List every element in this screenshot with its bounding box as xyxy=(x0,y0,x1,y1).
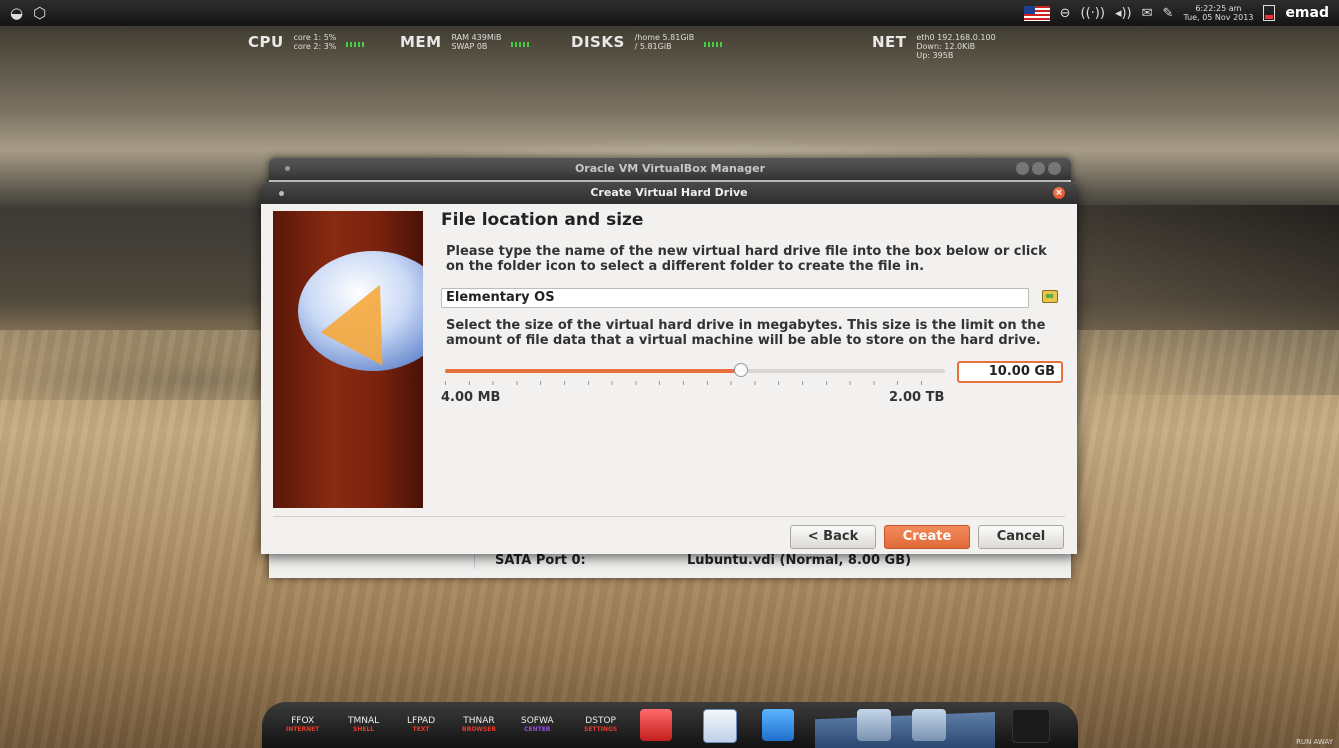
minimize-icon[interactable] xyxy=(1016,162,1029,175)
slider-fill xyxy=(445,369,740,373)
net-iface: eth0 192.168.0.100 xyxy=(916,33,996,42)
dock-item-label: FFOX xyxy=(291,716,315,726)
size-slider[interactable] xyxy=(445,369,945,373)
mem-label: MEM xyxy=(400,33,442,51)
dock-item-label: SOFWA xyxy=(521,716,554,726)
volume-icon[interactable]: ◂)) xyxy=(1115,6,1132,21)
disks-label: DISKS xyxy=(571,33,625,51)
dialog-titlebar[interactable]: Create Virtual Hard Drive × xyxy=(261,182,1077,204)
dock-item-label: LFPAD xyxy=(407,716,436,726)
wizard-content: File location and size Please type the n… xyxy=(441,208,1063,418)
disk-root: / 5.81GiB xyxy=(634,42,672,51)
dock-item-sofwa[interactable]: SOFWA CENTER xyxy=(521,716,554,733)
dialog-title: Create Virtual Hard Drive xyxy=(590,186,748,199)
cpu-core2: core 2: 3% xyxy=(293,42,337,51)
dock-item-sublabel: INTERNET xyxy=(286,726,320,733)
dock-item-label: TMNAL xyxy=(348,716,380,726)
size-slider-area: 4.00 MB 2.00 TB 10.00 GB xyxy=(441,358,1063,418)
mem-ram: RAM 439MiB xyxy=(451,33,502,42)
conky-disks: DISKS /home 5.81GiB / 5.81GiB xyxy=(571,33,728,51)
dock-item-sublabel: SETTINGS xyxy=(584,726,618,733)
conky-cpu: CPU core 1: 5% core 2: 3% xyxy=(248,33,370,51)
disk-home: /home 5.81GiB xyxy=(634,33,695,42)
dock-item-lfpad[interactable]: LFPAD TEXT xyxy=(407,716,435,733)
virtualbox-icon[interactable]: ⬡ xyxy=(33,4,46,22)
storage-port: SATA Port 0: xyxy=(495,553,586,568)
back-button[interactable]: < Back xyxy=(790,525,876,549)
dock-item-sublabel: SHELL xyxy=(353,726,375,733)
dock-item-dstop[interactable]: DSTOP SETTINGS xyxy=(584,716,617,733)
button-separator xyxy=(273,516,1065,517)
mem-swap: SWAP 0B xyxy=(451,42,488,51)
text-document-icon[interactable] xyxy=(703,709,737,743)
dock-item-label: THNAR xyxy=(463,716,495,726)
workspace-switcher-icon[interactable] xyxy=(857,709,891,741)
show-desktop-icon[interactable] xyxy=(912,709,946,741)
user-menu[interactable]: emad xyxy=(1285,5,1329,21)
page-title: File location and size xyxy=(441,210,644,230)
trash-icon[interactable] xyxy=(1012,709,1050,743)
dock-item-sublabel: CENTER xyxy=(524,726,551,733)
wallpaper-watermark: RUN AWAY xyxy=(1296,738,1333,746)
net-down: Down: 12.0KiB xyxy=(916,42,976,51)
clock[interactable]: 6:22:25 am Tue, 05 Nov 2013 xyxy=(1183,4,1253,22)
battery-icon[interactable] xyxy=(1263,5,1276,21)
storage-row: SATA Port 0: Lubuntu.vdi (Normal, 8.00 G… xyxy=(474,553,1085,569)
dock-item-tmnal[interactable]: TMNAL SHELL xyxy=(348,716,379,733)
conky-net: NET eth0 192.168.0.100 Down: 12.0KiB Up:… xyxy=(872,33,996,60)
file-name-input[interactable] xyxy=(441,288,1029,308)
create-virtual-hard-drive-dialog: Create Virtual Hard Drive × File locatio… xyxy=(261,182,1077,554)
slider-ticks xyxy=(445,381,945,385)
dock-item-sublabel: BROWSER xyxy=(462,726,496,733)
dock-item-thnar[interactable]: THNAR BROWSER xyxy=(462,716,496,733)
close-icon[interactable]: × xyxy=(1053,187,1065,199)
pen-icon[interactable]: ✎ xyxy=(1163,6,1174,21)
clock-date: Tue, 05 Nov 2013 xyxy=(1183,13,1254,22)
manager-title: Oracle VM VirtualBox Manager xyxy=(574,162,766,175)
window-menu-icon[interactable] xyxy=(279,191,284,196)
conky-mem: MEM RAM 439MiB SWAP 0B xyxy=(400,33,535,51)
net-label: NET xyxy=(872,33,907,51)
folder-icon[interactable] xyxy=(1042,290,1058,303)
network-icon[interactable]: ⊖ xyxy=(1060,6,1071,21)
wifi-icon[interactable]: ((·)) xyxy=(1081,6,1105,21)
slider-handle[interactable] xyxy=(734,363,748,377)
storage-value: Lubuntu.vdi (Normal, 8.00 GB) xyxy=(687,553,912,568)
window-menu-icon[interactable] xyxy=(285,166,290,171)
maximize-icon[interactable] xyxy=(1032,162,1045,175)
cpu-core1: core 1: 5% xyxy=(293,33,337,42)
cpu-bars xyxy=(346,42,365,47)
system-monitor-icon[interactable] xyxy=(762,709,794,741)
disk-utility-icon[interactable] xyxy=(640,709,672,741)
us-flag-icon[interactable] xyxy=(1023,5,1050,21)
size-input[interactable]: 10.00 GB xyxy=(957,361,1063,383)
location-description: Please type the name of the new virtual … xyxy=(446,244,1047,274)
mem-bars xyxy=(511,42,530,47)
net-up: Up: 395B xyxy=(916,51,954,60)
manager-titlebar[interactable]: Oracle VM VirtualBox Manager xyxy=(269,158,1071,180)
close-icon[interactable] xyxy=(1048,162,1061,175)
cpu-label: CPU xyxy=(248,33,284,51)
max-size-label: 2.00 TB xyxy=(889,390,945,405)
clock-time: 6:22:25 am xyxy=(1195,4,1242,13)
size-description: Select the size of the virtual hard driv… xyxy=(446,318,1046,348)
min-size-label: 4.00 MB xyxy=(441,390,501,405)
file-location-row xyxy=(441,288,1061,308)
create-button[interactable]: Create xyxy=(884,525,970,549)
ubuntu-logo-icon[interactable]: ◒ xyxy=(10,4,23,22)
dock-item-sublabel: TEXT xyxy=(412,726,430,733)
dock-item-ffox[interactable]: FFOX INTERNET xyxy=(286,716,319,733)
cancel-button[interactable]: Cancel xyxy=(978,525,1064,549)
dock-item-label: DSTOP xyxy=(585,716,616,726)
mail-icon[interactable]: ✉ xyxy=(1142,6,1153,21)
hard-disk-illustration xyxy=(273,211,423,508)
disk-bars xyxy=(704,42,723,47)
top-panel: ◒ ⬡ ⊖ ((·)) ◂)) ✉ ✎ 6:22:25 am Tue, 05 N… xyxy=(0,0,1339,26)
